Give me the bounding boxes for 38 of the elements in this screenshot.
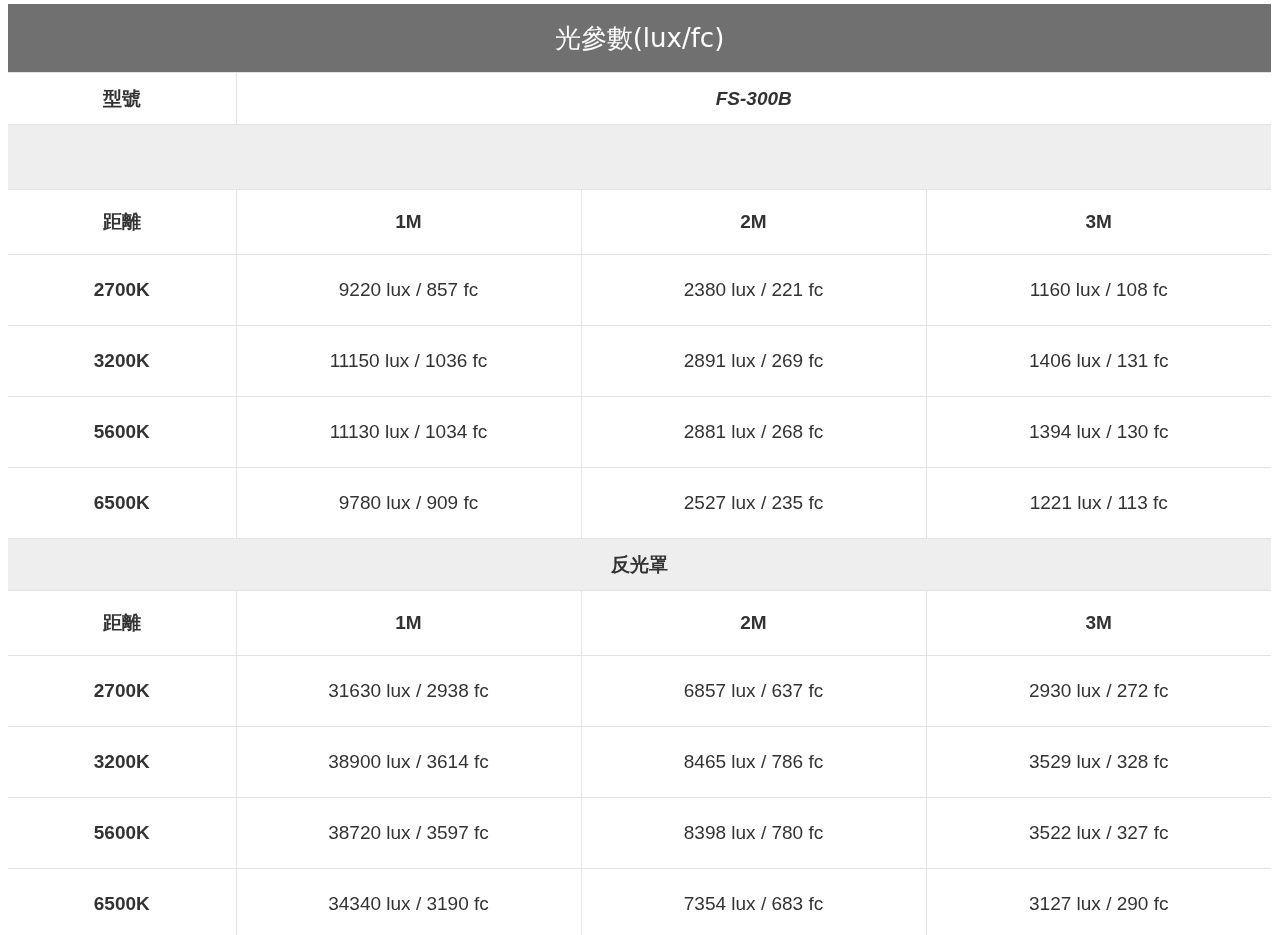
column-header: 1M (236, 590, 581, 656)
table-cell: 38900 lux / 3614 fc (236, 726, 581, 798)
table-cell: 8465 lux / 786 fc (581, 726, 926, 798)
column-header: 2M (581, 590, 926, 656)
table-cell: 2930 lux / 272 fc (926, 655, 1271, 727)
table-cell: 1406 lux / 131 fc (926, 325, 1271, 397)
table-cell: 7354 lux / 683 fc (581, 868, 926, 935)
table-cell: 2891 lux / 269 fc (581, 325, 926, 397)
row-label: 2700K (8, 655, 236, 727)
table-cell: 38720 lux / 3597 fc (236, 797, 581, 869)
table-cell: 2881 lux / 268 fc (581, 396, 926, 468)
column-header: 1M (236, 189, 581, 255)
column-header: 距離 (8, 590, 236, 656)
table-cell: 3529 lux / 328 fc (926, 726, 1271, 798)
table-cell: 1160 lux / 108 fc (926, 254, 1271, 326)
row-label: 5600K (8, 797, 236, 869)
column-header: 3M (926, 590, 1271, 656)
row-label: 5600K (8, 396, 236, 468)
row-label: 6500K (8, 868, 236, 935)
table-cell: 31630 lux / 2938 fc (236, 655, 581, 727)
table-cell: 34340 lux / 3190 fc (236, 868, 581, 935)
table-cell: 3127 lux / 290 fc (926, 868, 1271, 935)
row-label: 3200K (8, 325, 236, 397)
table-title: 光參數(lux/fc) (8, 4, 1271, 73)
column-header: 2M (581, 189, 926, 255)
section-heading: 反光罩 (8, 538, 1271, 591)
table-cell: 6857 lux / 637 fc (581, 655, 926, 727)
column-header: 距離 (8, 189, 236, 255)
table-cell: 3522 lux / 327 fc (926, 797, 1271, 869)
table-cell: 8398 lux / 780 fc (581, 797, 926, 869)
table-cell: 11130 lux / 1034 fc (236, 396, 581, 468)
column-header: 3M (926, 189, 1271, 255)
table-cell: 9220 lux / 857 fc (236, 254, 581, 326)
table-cell: 11150 lux / 1036 fc (236, 325, 581, 397)
table-cell: 1394 lux / 130 fc (926, 396, 1271, 468)
table-cell: 2380 lux / 221 fc (581, 254, 926, 326)
row-label: 3200K (8, 726, 236, 798)
row-label: 2700K (8, 254, 236, 326)
